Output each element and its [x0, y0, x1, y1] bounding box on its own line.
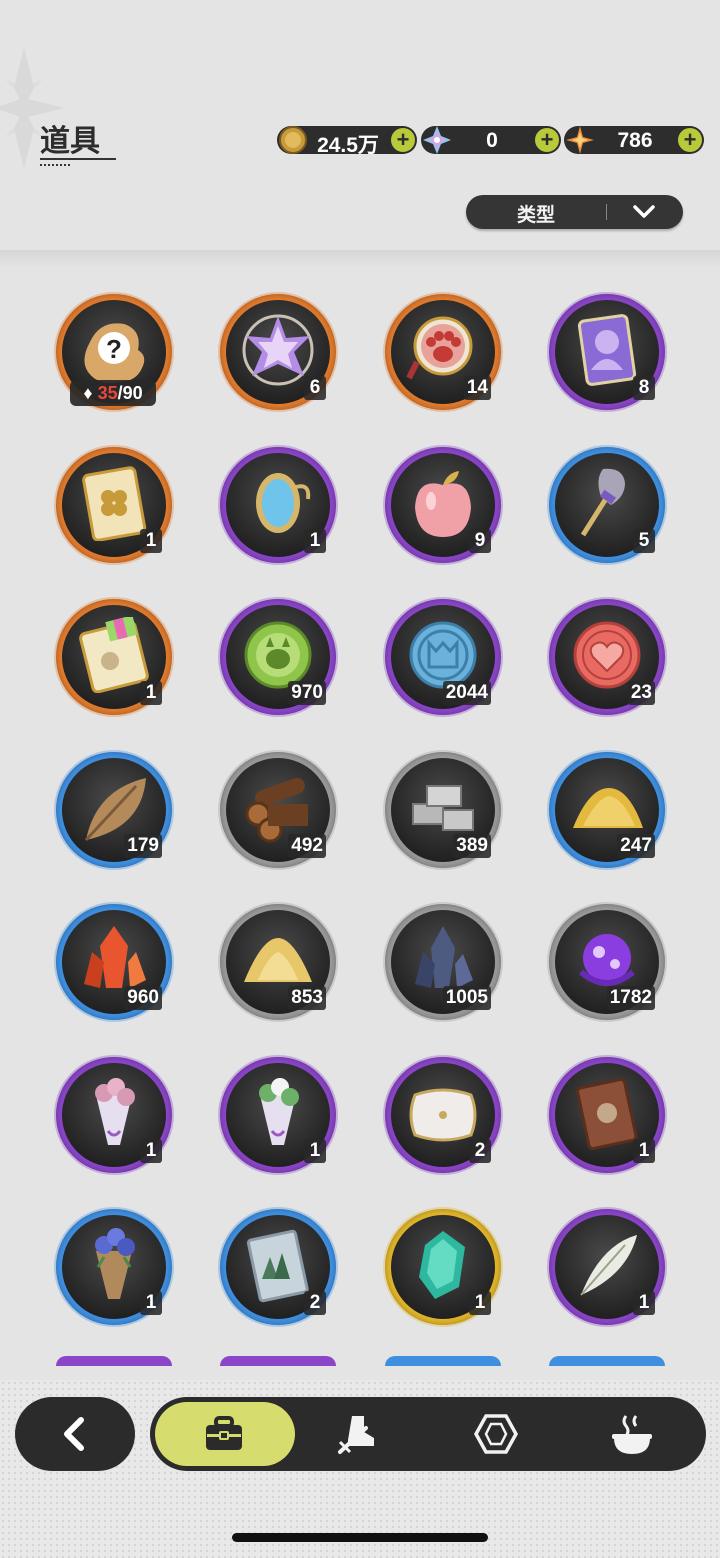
home-indicator: [232, 1533, 488, 1542]
item-count: 1: [304, 1139, 326, 1163]
item-slot[interactable]: 970: [220, 599, 336, 715]
item-count: 8: [633, 376, 655, 400]
item-count: 492: [288, 834, 326, 858]
hexagon-gem-icon: [474, 1414, 518, 1454]
item-count: 960: [124, 986, 162, 1010]
item-slot[interactable]: 6: [220, 294, 336, 410]
item-count: 2: [469, 1139, 491, 1163]
item-slot[interactable]: 1: [549, 1209, 665, 1325]
item-count: 853: [288, 986, 326, 1010]
item-grid: ? ♦ 35/90 6 14 8 1 1 9 5 1 970 2044 23 179 492 389 247 96…: [0, 0, 720, 1380]
item-count: 2: [304, 1291, 326, 1315]
svg-text:?: ?: [106, 334, 122, 364]
item-limit-current: 35: [97, 383, 118, 403]
boot-sword-icon: [338, 1416, 374, 1454]
bag-icon: [206, 1416, 242, 1450]
item-slot[interactable]: 492: [220, 752, 336, 868]
item-slot-partial: [549, 1356, 665, 1366]
item-slot[interactable]: 960: [56, 904, 172, 1020]
item-slot[interactable]: 1005: [385, 904, 501, 1020]
item-count: 1: [140, 1139, 162, 1163]
item-count: 1782: [606, 986, 655, 1010]
item-slot[interactable]: 2: [220, 1209, 336, 1325]
puzzle-piece-icon: ♦: [83, 383, 93, 403]
nav-tab-equipment[interactable]: [318, 1402, 402, 1466]
item-slot[interactable]: 5: [549, 447, 665, 563]
item-slot[interactable]: 1782: [549, 904, 665, 1020]
item-limit-max: /90: [117, 383, 143, 403]
item-slot[interactable]: 1: [385, 1209, 501, 1325]
item-limit-badge: ♦ 35/90: [70, 380, 156, 406]
item-slot[interactable]: 853: [220, 904, 336, 1020]
item-count: 14: [463, 376, 491, 400]
item-count: 1: [140, 681, 162, 705]
item-count: 1: [304, 529, 326, 553]
item-slot[interactable]: 1: [56, 1209, 172, 1325]
item-count: 23: [627, 681, 655, 705]
nav-tab-gems[interactable]: [454, 1402, 538, 1466]
item-slot[interactable]: 389: [385, 752, 501, 868]
item-slot[interactable]: 8: [549, 294, 665, 410]
item-slot[interactable]: 1: [220, 447, 336, 563]
item-count: 247: [617, 834, 655, 858]
item-count: 1: [469, 1291, 491, 1315]
mystery-puzzle-icon: ?: [84, 323, 145, 383]
steaming-pot-icon: [612, 1415, 652, 1454]
item-slot[interactable]: 1: [56, 599, 172, 715]
nav-tab-cooking[interactable]: [590, 1402, 674, 1466]
item-slot[interactable]: 14: [385, 294, 501, 410]
item-count: 1: [140, 1291, 162, 1315]
item-count: 970: [288, 681, 326, 705]
item-slot[interactable]: 2: [385, 1057, 501, 1173]
item-slot-partial: [220, 1356, 336, 1366]
item-slot[interactable]: 1: [220, 1057, 336, 1173]
item-slot[interactable]: ? ♦ 35/90: [56, 294, 172, 410]
item-slot[interactable]: 9: [385, 447, 501, 563]
back-arrow-icon: [64, 1417, 84, 1451]
item-count: 2044: [442, 681, 491, 705]
item-slot[interactable]: 1: [56, 1057, 172, 1173]
item-count: 389: [453, 834, 491, 858]
item-count: 6: [304, 376, 326, 400]
item-count: 1: [140, 529, 162, 553]
item-count: 1: [633, 1291, 655, 1315]
item-slot[interactable]: 1: [56, 447, 172, 563]
back-button[interactable]: [15, 1397, 135, 1471]
item-count: 1005: [442, 986, 491, 1010]
item-count: 179: [124, 834, 162, 858]
item-slot[interactable]: 2044: [385, 599, 501, 715]
item-count: 1: [633, 1139, 655, 1163]
item-slot-partial: [56, 1356, 172, 1366]
item-slot-partial: [385, 1356, 501, 1366]
item-slot[interactable]: 179: [56, 752, 172, 868]
item-count: 5: [633, 529, 655, 553]
item-slot[interactable]: 23: [549, 599, 665, 715]
item-slot[interactable]: 1: [549, 1057, 665, 1173]
nav-tab-bag[interactable]: [155, 1402, 295, 1466]
item-count: 9: [469, 529, 491, 553]
item-slot[interactable]: 247: [549, 752, 665, 868]
